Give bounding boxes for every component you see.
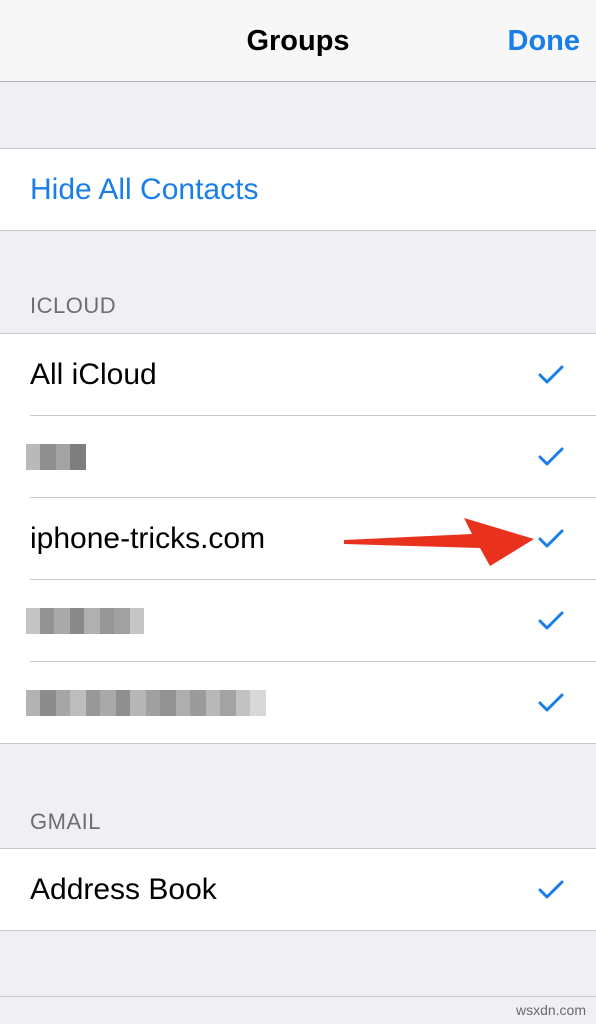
group-cell-blurred-1[interactable] [0, 416, 596, 498]
section-header-icloud: ICLOUD [30, 293, 117, 318]
group-label: All iCloud [30, 358, 157, 391]
checkmark-icon [538, 693, 564, 712]
divider [0, 743, 596, 744]
hide-all-contacts-cell[interactable]: Hide All Contacts [0, 149, 596, 231]
divider [0, 230, 596, 231]
divider [0, 930, 596, 931]
group-cell-all-icloud[interactable]: All iCloud [0, 334, 596, 416]
checkmark-icon [538, 365, 564, 384]
checkmark-icon [538, 611, 564, 630]
group-cell-blurred-2[interactable] [0, 580, 596, 662]
group-label: Address Book [30, 873, 217, 906]
checkmark-icon [538, 529, 564, 548]
group-cell-blurred-3[interactable] [0, 662, 596, 744]
divider [0, 996, 596, 997]
blurred-group-name [26, 608, 144, 634]
hide-all-contacts-label: Hide All Contacts [30, 173, 259, 206]
group-label: iphone-tricks.com [30, 522, 266, 555]
watermark: wsxdn.com [515, 1002, 586, 1018]
blurred-group-name [26, 690, 266, 716]
group-cell-address-book[interactable]: Address Book [0, 849, 596, 931]
blurred-group-name [26, 444, 86, 470]
navigation-bar: Groups Done [0, 0, 596, 82]
done-button[interactable]: Done [508, 0, 581, 82]
checkmark-icon [538, 880, 564, 899]
checkmark-icon [538, 447, 564, 466]
red-arrow-annotation [344, 518, 534, 566]
section-header-gmail: GMAIL [30, 809, 101, 834]
